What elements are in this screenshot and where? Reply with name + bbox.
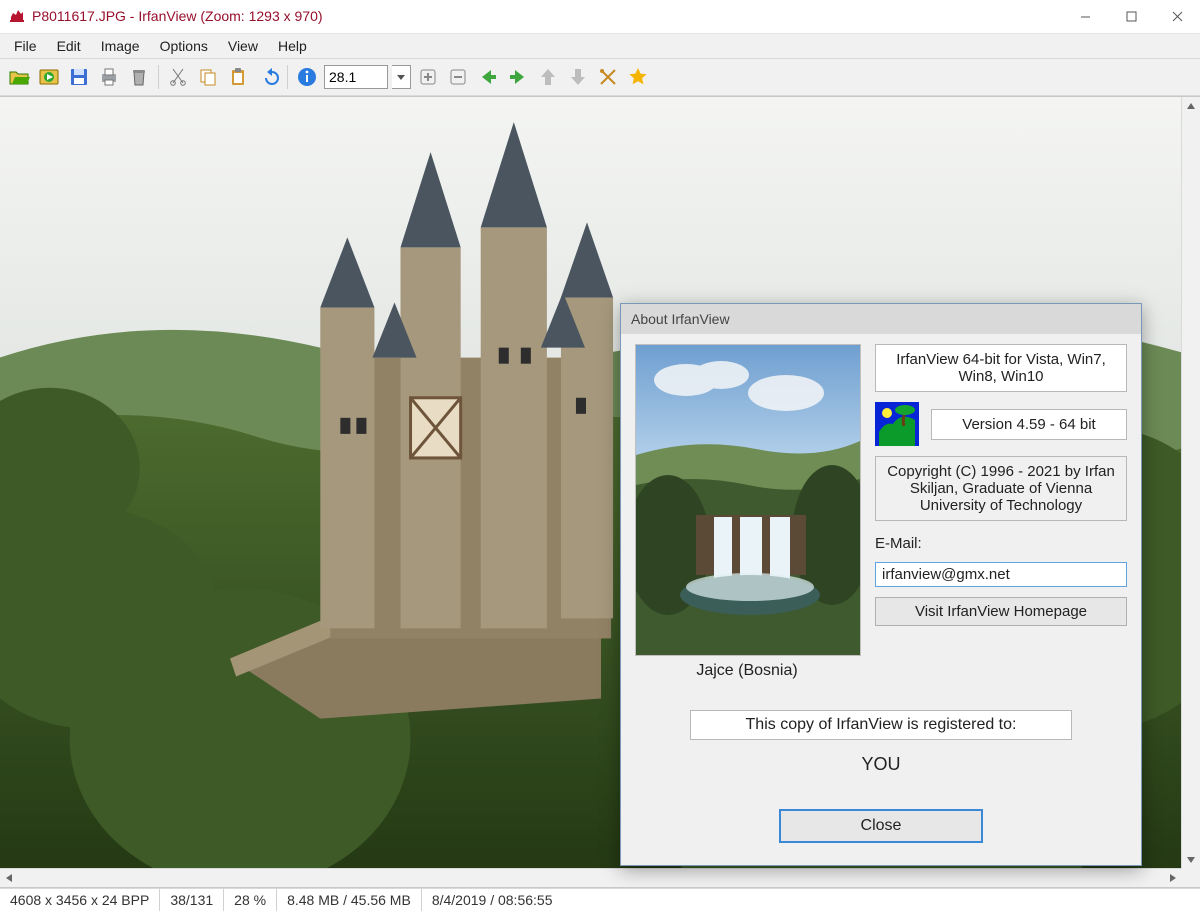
parent-dir-down-icon[interactable] <box>565 64 591 90</box>
scroll-corner <box>1182 869 1200 887</box>
about-version-box: Version 4.59 - 64 bit <box>931 409 1127 440</box>
email-field[interactable]: irfanview@gmx.net <box>875 562 1127 587</box>
paste-icon[interactable] <box>225 64 251 90</box>
zoom-input[interactable]: 28.1 <box>324 65 388 89</box>
scroll-up-icon[interactable] <box>1182 97 1200 115</box>
about-title: About IrfanView <box>621 304 1141 334</box>
vertical-scrollbar[interactable] <box>1181 97 1200 869</box>
email-label: E-Mail: <box>875 535 1127 552</box>
status-zoom: 28 % <box>224 889 277 911</box>
settings-icon[interactable] <box>595 64 621 90</box>
scroll-down-icon[interactable] <box>1182 851 1200 869</box>
zoom-in-icon[interactable] <box>415 64 441 90</box>
prev-image-icon[interactable] <box>475 64 501 90</box>
horizontal-scrollbar[interactable] <box>0 868 1182 887</box>
about-image <box>635 344 861 656</box>
statusbar: 4608 x 3456 x 24 BPP 38/131 28 % 8.48 MB… <box>0 888 1200 911</box>
scroll-left-icon[interactable] <box>0 869 18 887</box>
status-index: 38/131 <box>160 889 224 911</box>
print-icon[interactable] <box>96 64 122 90</box>
status-datetime: 8/4/2019 / 08:56:55 <box>422 889 563 911</box>
menu-image[interactable]: Image <box>91 36 150 56</box>
menu-view[interactable]: View <box>218 36 268 56</box>
next-image-icon[interactable] <box>505 64 531 90</box>
open-icon[interactable] <box>6 64 32 90</box>
delete-icon[interactable] <box>126 64 152 90</box>
visit-homepage-button[interactable]: Visit IrfanView Homepage <box>875 597 1127 626</box>
registered-box: This copy of IrfanView is registered to: <box>690 710 1072 740</box>
app-icon <box>8 7 26 25</box>
cut-icon[interactable] <box>165 64 191 90</box>
status-memory: 8.48 MB / 45.56 MB <box>277 889 422 911</box>
slideshow-icon[interactable] <box>36 64 62 90</box>
irfanview-logo-icon <box>875 402 919 446</box>
menu-options[interactable]: Options <box>150 36 218 56</box>
undo-icon[interactable] <box>255 64 281 90</box>
menubar: File Edit Image Options View Help <box>0 33 1200 59</box>
status-dimensions: 4608 x 3456 x 24 BPP <box>0 889 160 911</box>
parent-dir-up-icon[interactable] <box>535 64 561 90</box>
menu-file[interactable]: File <box>4 36 47 56</box>
toolbar: 28.1 <box>0 59 1200 96</box>
minimize-button[interactable] <box>1062 0 1108 32</box>
close-window-button[interactable] <box>1154 0 1200 32</box>
favorite-icon[interactable] <box>625 64 651 90</box>
scroll-right-icon[interactable] <box>1164 869 1182 887</box>
menu-help[interactable]: Help <box>268 36 317 56</box>
info-icon[interactable] <box>294 64 320 90</box>
zoom-out-icon[interactable] <box>445 64 471 90</box>
save-icon[interactable] <box>66 64 92 90</box>
about-image-caption: Jajce (Bosnia) <box>635 662 859 680</box>
window-title: P8011617.JPG - IrfanView (Zoom: 1293 x 9… <box>32 8 323 24</box>
scroll-track[interactable] <box>1182 115 1200 851</box>
titlebar: P8011617.JPG - IrfanView (Zoom: 1293 x 9… <box>0 0 1200 33</box>
zoom-dropdown-icon[interactable] <box>392 65 411 89</box>
copy-icon[interactable] <box>195 64 221 90</box>
about-close-button[interactable]: Close <box>779 809 983 843</box>
about-copyright: Copyright (C) 1996 - 2021 by Irfan Skilj… <box>875 456 1127 521</box>
toolbar-separator <box>158 65 159 89</box>
maximize-button[interactable] <box>1108 0 1154 32</box>
about-build-box: IrfanView 64-bit for Vista, Win7, Win8, … <box>875 344 1127 392</box>
registered-name: YOU <box>635 754 1127 775</box>
menu-edit[interactable]: Edit <box>47 36 91 56</box>
image-canvas-area: About IrfanView <box>0 96 1200 888</box>
about-dialog: About IrfanView <box>620 303 1142 866</box>
toolbar-separator <box>287 65 288 89</box>
